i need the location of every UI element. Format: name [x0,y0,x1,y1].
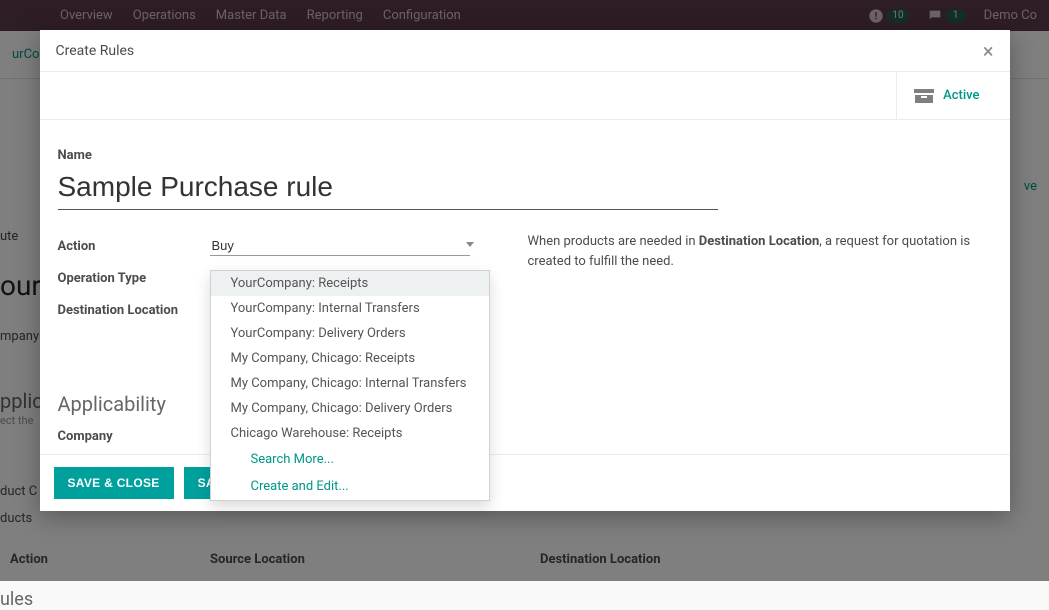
operation-type-dropdown: YourCompany: Receipts YourCompany: Inter… [210,270,490,501]
modal-title: Create Rules [56,43,135,59]
modal-backdrop[interactable]: Create Rules × Active Name Action [0,0,1049,581]
action-select[interactable] [210,236,470,256]
name-input[interactable] [58,169,718,210]
dropdown-option[interactable]: YourCompany: Internal Transfers [211,296,489,321]
action-help-text: When products are needed in Destination … [518,232,992,328]
modal-header: Create Rules × [40,30,1010,72]
chevron-down-icon[interactable] [466,242,474,247]
dropdown-create-edit[interactable]: Create and Edit... [211,473,489,500]
destination-location-label: Destination Location [58,303,210,318]
close-icon[interactable]: × [983,41,994,61]
archive-icon [915,89,933,103]
operation-type-label: Operation Type [58,271,210,286]
save-close-button[interactable]: SAVE & CLOSE [54,467,174,499]
dropdown-option[interactable]: YourCompany: Delivery Orders [211,321,489,346]
action-label: Action [58,239,210,254]
dropdown-option[interactable]: My Company, Chicago: Internal Transfers [211,371,489,396]
dropdown-search-more[interactable]: Search More... [211,446,489,473]
bg-rules-heading: ules [0,589,33,610]
applicability-heading: Applicability [58,392,992,416]
modal-statusbar: Active [40,72,1010,120]
active-toggle-button[interactable]: Active [896,72,997,119]
create-rules-modal: Create Rules × Active Name Action [40,30,1010,511]
name-label: Name [58,148,992,163]
modal-footer: SAVE & CLOSE SAVE & [40,454,1010,511]
dropdown-option[interactable]: Chicago Warehouse: Receipts [211,421,489,446]
dropdown-option[interactable]: YourCompany: Receipts [211,271,489,296]
modal-body: Name Action Operation Type [40,120,1010,454]
dropdown-option[interactable]: My Company, Chicago: Delivery Orders [211,396,489,421]
active-label: Active [943,88,979,103]
company-label: Company [58,429,210,444]
dropdown-option[interactable]: My Company, Chicago: Receipts [211,346,489,371]
